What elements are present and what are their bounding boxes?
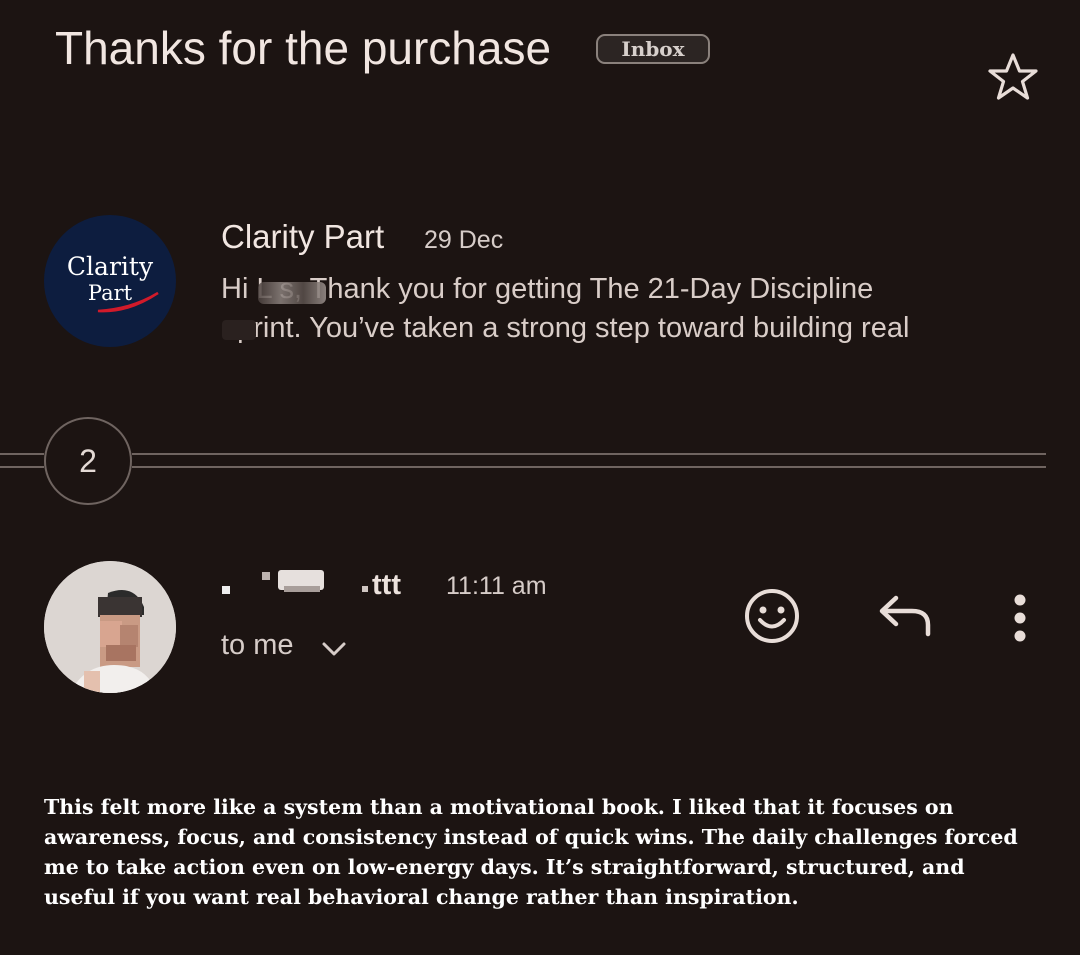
collapsed-divider-line bbox=[0, 466, 44, 468]
collapsed-divider-line bbox=[0, 453, 44, 455]
emoji-smile-icon bbox=[745, 589, 799, 643]
reply-arrow-icon bbox=[879, 595, 931, 637]
sender-avatar-logo[interactable]: Clarity Part bbox=[44, 215, 176, 347]
sender-name-partial[interactable]: ttt bbox=[372, 566, 401, 604]
message-date: 29 Dec bbox=[424, 226, 504, 254]
body-line: awareness, focus, and consistency instea… bbox=[44, 825, 1018, 849]
collapsed-divider-line bbox=[132, 453, 1046, 455]
email-subject: Thanks for the purchase bbox=[55, 22, 552, 74]
reply-button[interactable] bbox=[876, 592, 936, 642]
snippet-line: eprint. You’ve taken a strong step towar… bbox=[221, 312, 910, 344]
collapsed-divider-line bbox=[132, 466, 1046, 468]
sender-name[interactable]: Clarity Part bbox=[221, 216, 384, 258]
redacted-name-blur bbox=[258, 282, 326, 304]
add-reaction-button[interactable] bbox=[742, 586, 802, 646]
body-line: me to take action even on low-energy day… bbox=[44, 855, 965, 879]
logo-swoosh-icon bbox=[97, 291, 159, 313]
snippet-line: Hi L s, Thank you for getting The 21-Day… bbox=[221, 273, 874, 305]
star-button[interactable] bbox=[984, 50, 1042, 106]
body-line: useful if you want real behavioral chang… bbox=[44, 885, 799, 909]
more-vertical-icon bbox=[1014, 594, 1026, 642]
collapsed-messages-count[interactable]: 2 bbox=[44, 417, 132, 505]
message-time: 11:11 am bbox=[446, 572, 547, 600]
message-snippet[interactable]: Hi L s, Thank you for getting The 21-Day… bbox=[221, 270, 1041, 348]
redacted-sender-blur bbox=[222, 570, 368, 594]
star-outline-icon bbox=[988, 53, 1038, 100]
avatar-photo-image bbox=[44, 561, 176, 693]
body-line: This felt more like a system than a moti… bbox=[44, 795, 954, 819]
sender-avatar-photo[interactable] bbox=[44, 561, 176, 693]
redacted-word-blur bbox=[222, 320, 256, 340]
chevron-down-icon[interactable] bbox=[320, 636, 348, 660]
inbox-label-badge[interactable]: Inbox bbox=[596, 34, 710, 64]
message-body: This felt more like a system than a moti… bbox=[44, 792, 1044, 912]
recipient-summary[interactable]: to me bbox=[221, 626, 294, 664]
more-options-button[interactable] bbox=[1000, 590, 1040, 646]
